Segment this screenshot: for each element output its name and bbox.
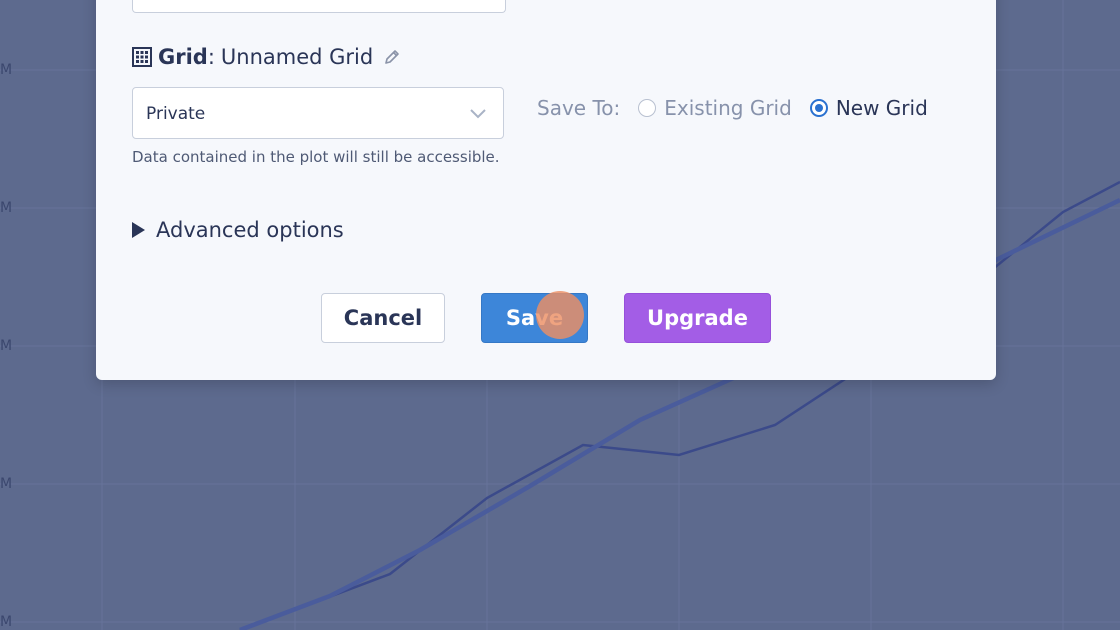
app-stage: M M M M M Grid: Unnamed Grid Private Dat… bbox=[0, 0, 1120, 630]
grid-name-text: Unnamed Grid bbox=[220, 45, 374, 69]
filename-input[interactable] bbox=[132, 0, 506, 13]
triangle-right-icon bbox=[132, 222, 145, 238]
radio-existing-grid[interactable]: Existing Grid bbox=[638, 96, 792, 120]
y-axis-tick-label: M bbox=[0, 338, 13, 354]
radio-new-grid[interactable]: New Grid bbox=[809, 96, 928, 120]
chevron-down-icon bbox=[470, 109, 486, 119]
y-axis-tick-label: M bbox=[0, 614, 13, 630]
advanced-options-label: Advanced options bbox=[156, 218, 344, 242]
privacy-help-text: Data contained in the plot will still be… bbox=[132, 148, 500, 166]
grid-label: Grid bbox=[158, 45, 208, 69]
grid-label-colon: : bbox=[207, 45, 215, 69]
y-axis-tick-label: M bbox=[0, 62, 13, 78]
radio-existing-grid-label: Existing Grid bbox=[664, 96, 792, 120]
upgrade-button[interactable]: Upgrade bbox=[624, 293, 771, 343]
cancel-button[interactable]: Cancel bbox=[321, 293, 445, 343]
advanced-options-toggle[interactable]: Advanced options bbox=[132, 218, 344, 242]
privacy-dropdown[interactable]: Private bbox=[132, 87, 504, 139]
privacy-selected-value: Private bbox=[146, 104, 206, 124]
pencil-edit-icon[interactable] bbox=[383, 48, 401, 66]
save-to-label: Save To: bbox=[537, 96, 621, 120]
y-axis-tick-label: M bbox=[0, 476, 13, 492]
radio-new-grid-label: New Grid bbox=[835, 96, 928, 120]
grid-name-row: Grid: Unnamed Grid bbox=[132, 44, 401, 70]
click-indicator bbox=[536, 291, 584, 339]
y-axis-tick-label: M bbox=[0, 200, 13, 216]
save-to-group: Save To: Existing Grid New Grid bbox=[537, 96, 946, 120]
grid-table-icon bbox=[132, 47, 152, 67]
radio-button-checked[interactable] bbox=[809, 99, 828, 117]
radio-button-unchecked[interactable] bbox=[638, 99, 657, 117]
